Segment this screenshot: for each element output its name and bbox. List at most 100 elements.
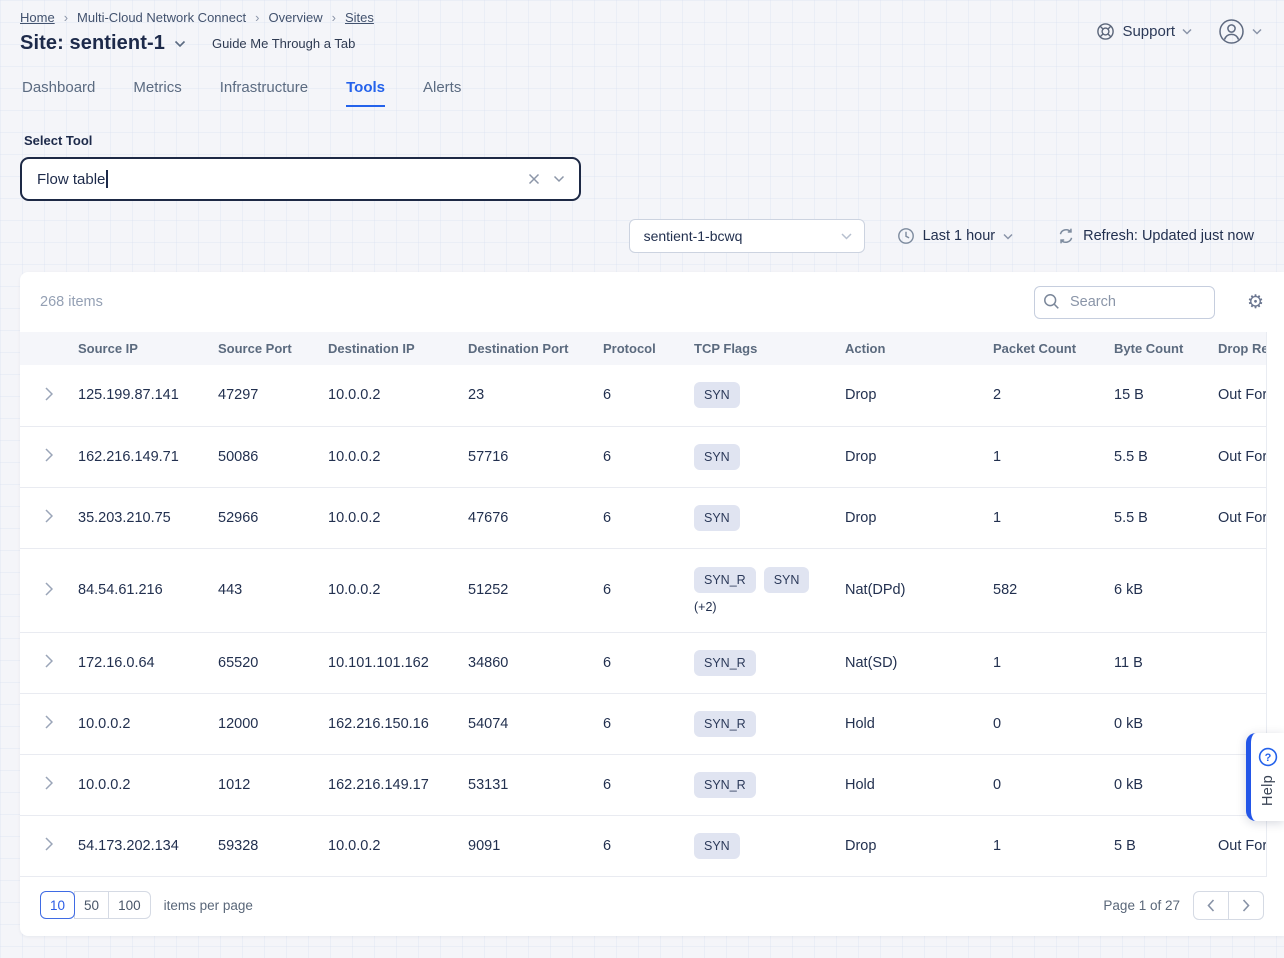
cell-packet-count: 1: [993, 632, 1114, 693]
cell-tcp-flags: SYN: [694, 487, 845, 548]
svg-text:?: ?: [1264, 752, 1271, 764]
items-count: 268 items: [40, 294, 103, 310]
cell-tcp-flags: SYN: [694, 426, 845, 487]
cell-source-port: 59328: [218, 815, 328, 876]
cell-protocol: 6: [603, 548, 694, 632]
cell-drop-reason: Out For: [1218, 365, 1267, 426]
cell-protocol: 6: [603, 426, 694, 487]
breadcrumb-overview: Overview: [268, 10, 322, 25]
tab-bar: Dashboard Metrics Infrastructure Tools A…: [0, 79, 1284, 107]
guide-me-link[interactable]: Guide Me Through a Tab: [212, 36, 355, 51]
cell-byte-count: 5.5 B: [1114, 426, 1218, 487]
help-tab[interactable]: ? Help: [1246, 733, 1284, 821]
row-expand-button[interactable]: [39, 833, 59, 858]
cell-byte-count: 15 B: [1114, 365, 1218, 426]
prev-page-button[interactable]: [1193, 891, 1229, 920]
cell-source-port: 12000: [218, 693, 328, 754]
row-expand-button[interactable]: [39, 444, 59, 469]
tcp-flag-badge: SYN_R: [694, 711, 756, 737]
cell-destination-ip: 10.0.0.2: [328, 426, 468, 487]
cell-source-ip: 172.16.0.64: [78, 632, 218, 693]
items-per-page-label: items per page: [164, 898, 253, 913]
search-input[interactable]: [1034, 286, 1215, 319]
chevron-down-icon: [1252, 28, 1262, 35]
flags-more: (+2): [694, 600, 845, 614]
tab-metrics[interactable]: Metrics: [133, 79, 181, 107]
chevron-left-icon: [1207, 899, 1215, 912]
table-scroll-area[interactable]: Source IP Source Port Destination IP Des…: [20, 332, 1267, 877]
tab-alerts[interactable]: Alerts: [423, 79, 461, 107]
page-size-10[interactable]: 10: [40, 891, 75, 919]
user-menu[interactable]: [1218, 18, 1262, 45]
cell-source-port: 443: [218, 548, 328, 632]
cell-drop-reason: [1218, 632, 1267, 693]
chevron-right-icon: [1242, 899, 1250, 912]
cell-source-ip: 54.173.202.134: [78, 815, 218, 876]
cell-destination-port: 34860: [468, 632, 603, 693]
next-page-button[interactable]: [1228, 891, 1264, 920]
tab-dashboard[interactable]: Dashboard: [22, 79, 95, 107]
cell-destination-port: 47676: [468, 487, 603, 548]
pagination: 10 50 100 items per page Page 1 of 27: [20, 877, 1284, 936]
cell-destination-ip: 10.0.0.2: [328, 365, 468, 426]
tab-infrastructure[interactable]: Infrastructure: [220, 79, 308, 107]
cell-byte-count: 11 B: [1114, 632, 1218, 693]
breadcrumb-sites[interactable]: Sites: [345, 10, 374, 25]
cell-destination-ip: 162.216.149.17: [328, 754, 468, 815]
cell-tcp-flags: SYN: [694, 815, 845, 876]
table-row: 35.203.210.75 52966 10.0.0.2 47676 6 SYN…: [20, 487, 1267, 548]
support-label: Support: [1122, 23, 1175, 40]
page-size-50[interactable]: 50: [74, 891, 109, 919]
cell-action: Drop: [845, 815, 993, 876]
cell-action: Drop: [845, 365, 993, 426]
page-indicator: Page 1 of 27: [1103, 898, 1180, 913]
refresh-status-label: Refresh: Updated just now: [1083, 228, 1254, 244]
table-row: 54.173.202.134 59328 10.0.0.2 9091 6 SYN…: [20, 815, 1267, 876]
time-range-select[interactable]: Last 1 hour: [897, 227, 1014, 245]
cell-tcp-flags: SYN_RSYN(+2): [694, 548, 845, 632]
tool-select-value: Flow table: [37, 171, 105, 188]
tool-select-input[interactable]: Flow table: [20, 157, 581, 201]
cell-byte-count: 0 kB: [1114, 754, 1218, 815]
cell-drop-reason: Out For: [1218, 487, 1267, 548]
chevron-down-icon: [1182, 28, 1192, 35]
settings-gear-icon[interactable]: ⚙: [1247, 293, 1264, 312]
cell-source-ip: 10.0.0.2: [78, 693, 218, 754]
cell-tcp-flags: SYN: [694, 365, 845, 426]
time-range-label: Last 1 hour: [923, 228, 996, 244]
user-avatar-icon: [1218, 18, 1245, 45]
page-size-100[interactable]: 100: [108, 891, 151, 919]
node-select[interactable]: sentient-1-bcwq: [629, 219, 865, 253]
cell-destination-port: 54074: [468, 693, 603, 754]
refresh-button[interactable]: Refresh: Updated just now: [1057, 227, 1254, 245]
row-expand-button[interactable]: [39, 578, 59, 603]
cell-source-port: 47297: [218, 365, 328, 426]
breadcrumb-home[interactable]: Home: [20, 10, 55, 25]
cell-packet-count: 1: [993, 815, 1114, 876]
site-chevron-down-icon[interactable]: [174, 40, 186, 48]
row-expand-button[interactable]: [39, 505, 59, 530]
tcp-flag-badge: SYN: [694, 382, 740, 408]
row-expand-button[interactable]: [39, 383, 59, 408]
cell-action: Hold: [845, 693, 993, 754]
tab-tools[interactable]: Tools: [346, 79, 385, 107]
tcp-flag-badge: SYN_R: [694, 567, 756, 593]
row-expand-button[interactable]: [39, 772, 59, 797]
row-expand-button[interactable]: [39, 650, 59, 675]
top-header: Home › Multi-Cloud Network Connect › Ove…: [0, 0, 1284, 55]
cell-tcp-flags: SYN_R: [694, 754, 845, 815]
breadcrumb-mcn: Multi-Cloud Network Connect: [77, 10, 246, 25]
cell-source-ip: 84.54.61.216: [78, 548, 218, 632]
search-box: [1034, 286, 1215, 319]
col-packet-count: Packet Count: [993, 332, 1114, 365]
col-destination-ip: Destination IP: [328, 332, 468, 365]
table-row: 84.54.61.216 443 10.0.0.2 51252 6 SYN_RS…: [20, 548, 1267, 632]
row-expand-button[interactable]: [39, 711, 59, 736]
cell-action: Drop: [845, 426, 993, 487]
col-source-port: Source Port: [218, 332, 328, 365]
clear-icon[interactable]: [528, 173, 540, 185]
chevron-down-icon[interactable]: [553, 175, 565, 183]
help-question-icon: ?: [1258, 747, 1278, 767]
support-menu[interactable]: Support: [1096, 22, 1192, 41]
chevron-down-icon: [1003, 233, 1013, 240]
